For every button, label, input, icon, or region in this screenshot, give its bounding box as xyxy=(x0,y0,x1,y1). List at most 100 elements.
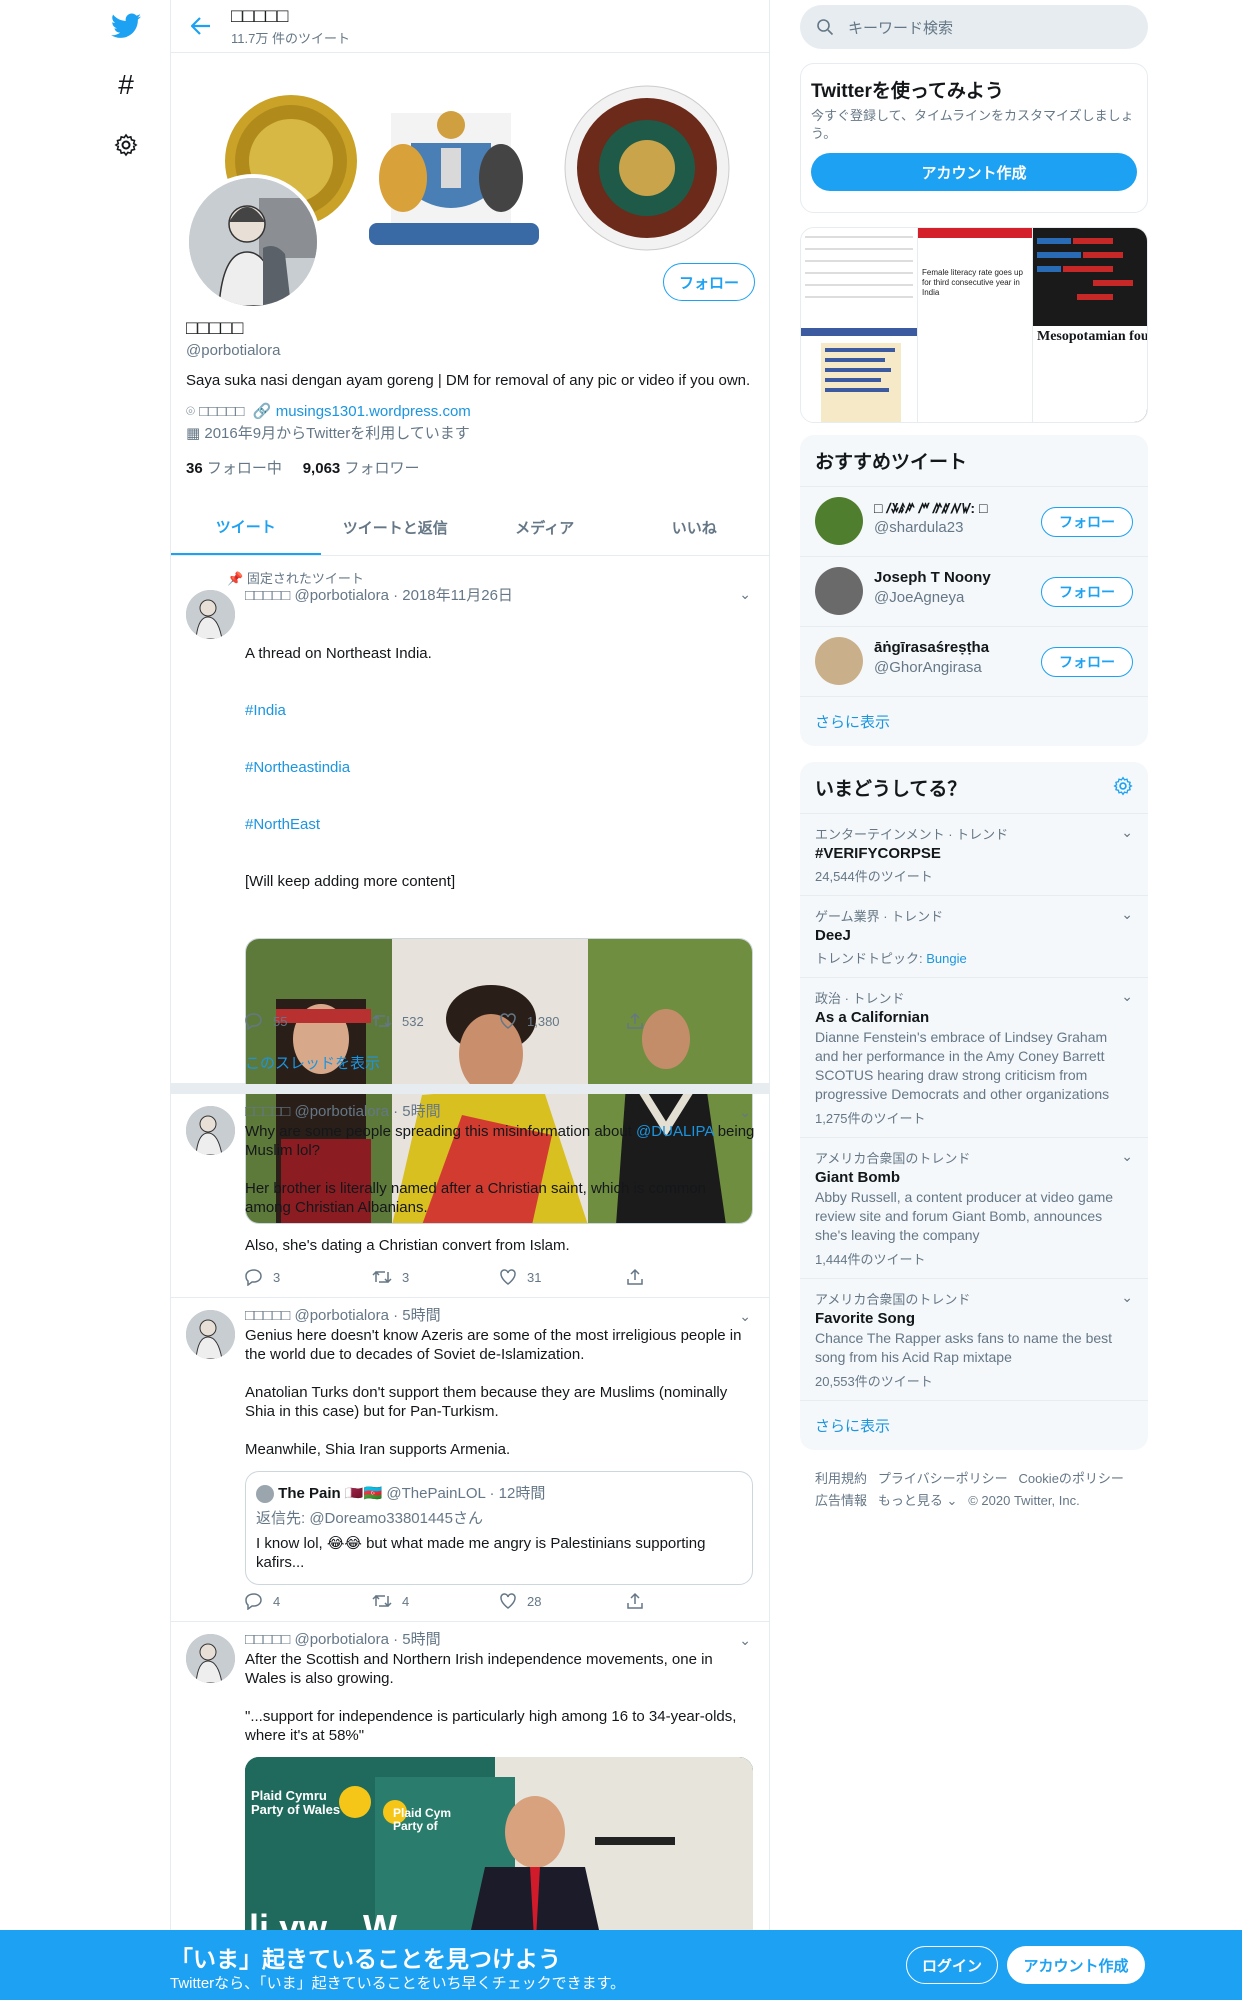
hashtag-link[interactable]: #NorthEast xyxy=(245,815,755,834)
hashtag-link[interactable]: #Northeastindia xyxy=(245,758,755,777)
tweet-author-name[interactable]: □□□□□ xyxy=(245,1103,290,1120)
retweet-button[interactable]: 3 xyxy=(372,1268,499,1286)
hashtag-icon[interactable]: # xyxy=(108,67,144,103)
show-more-link[interactable]: さらに表示 xyxy=(800,696,1148,746)
followers-link[interactable]: 9,063 フォロワー xyxy=(303,460,420,477)
media-thumb[interactable] xyxy=(801,228,917,422)
footer-privacy-link[interactable]: プライバシーポリシー xyxy=(878,1471,1008,1486)
quoted-avatar xyxy=(256,1485,274,1504)
show-more-link[interactable]: さらに表示 xyxy=(800,1400,1148,1450)
chevron-down-icon[interactable]: ⌄ xyxy=(1121,824,1133,841)
like-button[interactable]: 1,380 xyxy=(499,1012,626,1030)
tweet-avatar[interactable] xyxy=(186,1634,235,1683)
share-icon[interactable] xyxy=(626,1012,753,1030)
footer-cookie-link[interactable]: Cookieのポリシー xyxy=(1018,1471,1123,1486)
like-button[interactable]: 28 xyxy=(499,1592,626,1610)
tweet-time[interactable]: 2018年11月26日 xyxy=(402,587,513,604)
tweet-avatar[interactable] xyxy=(186,1310,235,1359)
profile-website-link[interactable]: musings1301.wordpress.com xyxy=(276,403,471,420)
tweet-handle[interactable]: @porbotialora xyxy=(294,1307,388,1324)
quoted-tweet[interactable]: The Pain 🇶🇦🇦🇿 @ThePainLOL · 12時間 返信先: @D… xyxy=(245,1471,753,1586)
trend-item[interactable]: アメリカ合衆国のトレンド Favorite Song Chance The Ra… xyxy=(800,1278,1148,1400)
chevron-down-icon[interactable]: ⌄ xyxy=(1121,1148,1133,1165)
search-input[interactable]: キーワード検索 xyxy=(800,5,1148,49)
signup-button[interactable]: アカウント作成 xyxy=(1007,1946,1145,1984)
back-arrow-icon[interactable] xyxy=(171,17,231,35)
tweet-author-name[interactable]: □□□□□ xyxy=(245,1307,290,1324)
footer-more-link[interactable]: もっと見る ⌄ xyxy=(878,1493,958,1508)
trend-name: As a Californian xyxy=(815,1009,930,1026)
mention-link[interactable]: @DUALIPA xyxy=(636,1123,713,1140)
retweet-button[interactable]: 532 xyxy=(372,1012,499,1030)
trend-topic-link[interactable]: Bungie xyxy=(926,951,966,966)
twitter-bird-icon[interactable] xyxy=(108,8,144,44)
quoted-time: 12時間 xyxy=(498,1485,546,1502)
reply-button[interactable]: 4 xyxy=(245,1592,372,1610)
tab-tweets[interactable]: ツイート xyxy=(171,500,321,555)
follow-button[interactable]: フォロー xyxy=(663,263,755,301)
follow-button[interactable]: フォロー xyxy=(1041,507,1133,537)
bottom-bar-title: 「いま」起きていることを見つけよう xyxy=(170,1946,561,1972)
tab-media[interactable]: メディア xyxy=(470,500,620,555)
trend-category: 政治 · トレンド xyxy=(815,991,905,1006)
trend-item[interactable]: 政治 · トレンド As a Californian Dianne Fenste… xyxy=(800,977,1148,1137)
follow-button[interactable]: フォロー xyxy=(1041,577,1133,607)
footer-terms-link[interactable]: 利用規約 xyxy=(815,1471,867,1486)
trend-item[interactable]: アメリカ合衆国のトレンド Giant Bomb Abby Russell, a … xyxy=(800,1137,1148,1278)
user-row[interactable]: āṅgīrasaśreṣṭha @GhorAngirasa フォロー xyxy=(800,626,1148,696)
trend-name: Favorite Song xyxy=(815,1310,916,1327)
show-thread-link[interactable]: このスレッドを表示 xyxy=(245,1052,380,1073)
profile-timeline: □□□□□ 11.7万 件のツイート フォロー □□□□□ @porbotial… xyxy=(170,0,770,2000)
tweet-author-name[interactable]: □□□□□ xyxy=(245,1631,290,1648)
like-button[interactable]: 31 xyxy=(499,1268,626,1286)
tweet-time[interactable]: 5時間 xyxy=(402,1631,440,1648)
tweet[interactable]: ⌄ □□□□□ @porbotialora · 5時間 Genius here … xyxy=(171,1298,769,1622)
hashtag-link[interactable]: #India xyxy=(245,701,755,720)
gear-icon[interactable] xyxy=(108,127,144,163)
tweet[interactable]: ⌄ □□□□□ @porbotialora · 5時間 Why are some… xyxy=(171,1094,769,1298)
user-handle: @GhorAngirasa xyxy=(874,659,982,676)
media-gallery[interactable]: Female literacy rate goes up for third c… xyxy=(800,227,1148,423)
user-row[interactable]: □ ꤷꤸꤹꤺ ꤻ ꤼꤽꤾꤿ: □ @shardula23 フォロー xyxy=(800,486,1148,556)
trend-item[interactable]: エンターテインメント · トレンド #VERIFYCORPSE 24,544件の… xyxy=(800,813,1148,895)
follow-button[interactable]: フォロー xyxy=(1041,647,1133,677)
trend-count: 1,444件のツイート xyxy=(815,1252,926,1267)
tweet-time[interactable]: 5時間 xyxy=(402,1307,440,1324)
trend-count: 24,544件のツイート xyxy=(815,869,933,884)
tab-likes[interactable]: いいね xyxy=(620,500,770,555)
chevron-down-icon[interactable]: ⌄ xyxy=(1121,906,1133,923)
tweet-time[interactable]: 5時間 xyxy=(402,1103,440,1120)
share-icon[interactable] xyxy=(626,1592,753,1610)
tweet-media[interactable]: Plaid Cymru Party of Wales Plaid Cym Party… xyxy=(245,1757,753,1957)
profile-avatar[interactable] xyxy=(185,174,321,310)
create-account-button[interactable]: アカウント作成 xyxy=(811,153,1137,191)
bottom-signup-bar: 「いま」起きていることを見つけよう Twitterなら、「いま」起きていることを… xyxy=(0,1930,1242,2000)
sidebar: キーワード検索 Twitterを使ってみよう 今すぐ登録して、タイムラインをカス… xyxy=(800,0,1150,1530)
footer-ads-link[interactable]: 広告情報 xyxy=(815,1493,867,1508)
media-thumb[interactable]: Female literacy rate goes up for third c… xyxy=(917,228,1032,422)
media-thumb[interactable]: Mesopotamian founded by vari a couple of… xyxy=(1032,228,1147,422)
tab-tweets-and-replies[interactable]: ツイートと返信 xyxy=(321,500,471,555)
tweet[interactable]: 📌 固定されたツイート ⌄ □□□□□ @porbotialora · 2018… xyxy=(171,556,769,1224)
reply-button[interactable]: 3 xyxy=(245,1268,372,1286)
retweet-button[interactable]: 4 xyxy=(372,1592,499,1610)
chevron-down-icon[interactable]: ⌄ xyxy=(1121,1289,1133,1306)
tweet-avatar[interactable] xyxy=(186,590,235,639)
login-button[interactable]: ログイン xyxy=(906,1946,998,1984)
user-row[interactable]: Joseph T Noony @JoeAgneya フォロー xyxy=(800,556,1148,626)
share-icon[interactable] xyxy=(626,1268,753,1286)
tweet-handle[interactable]: @porbotialora xyxy=(294,1103,388,1120)
trend-item[interactable]: ゲーム業界 · トレンド DeeJ トレンドトピック: Bungie ⌄ xyxy=(800,895,1148,977)
recommended-users-card: おすすめツイート □ ꤷꤸꤹꤺ ꤻ ꤼꤽꤾꤿ: □ @shardula23 フォ… xyxy=(800,435,1148,746)
gear-icon[interactable] xyxy=(1113,776,1133,796)
profile-header-bar: □□□□□ 11.7万 件のツイート xyxy=(171,0,769,53)
trend-topic: トレンドトピック: Bungie xyxy=(815,951,967,966)
tweet-handle[interactable]: @porbotialora xyxy=(294,587,388,604)
chevron-down-icon[interactable]: ⌄ xyxy=(1121,988,1133,1005)
tweet-author-name[interactable]: □□□□□ xyxy=(245,587,290,604)
reply-button[interactable]: 55 xyxy=(245,1012,372,1030)
quoted-text: I know lol, 😂😂 but what made me angry is… xyxy=(256,1535,710,1572)
tweet-handle[interactable]: @porbotialora xyxy=(294,1631,388,1648)
following-link[interactable]: 36 フォロー中 xyxy=(186,460,282,477)
tweet-avatar[interactable] xyxy=(186,1106,235,1155)
